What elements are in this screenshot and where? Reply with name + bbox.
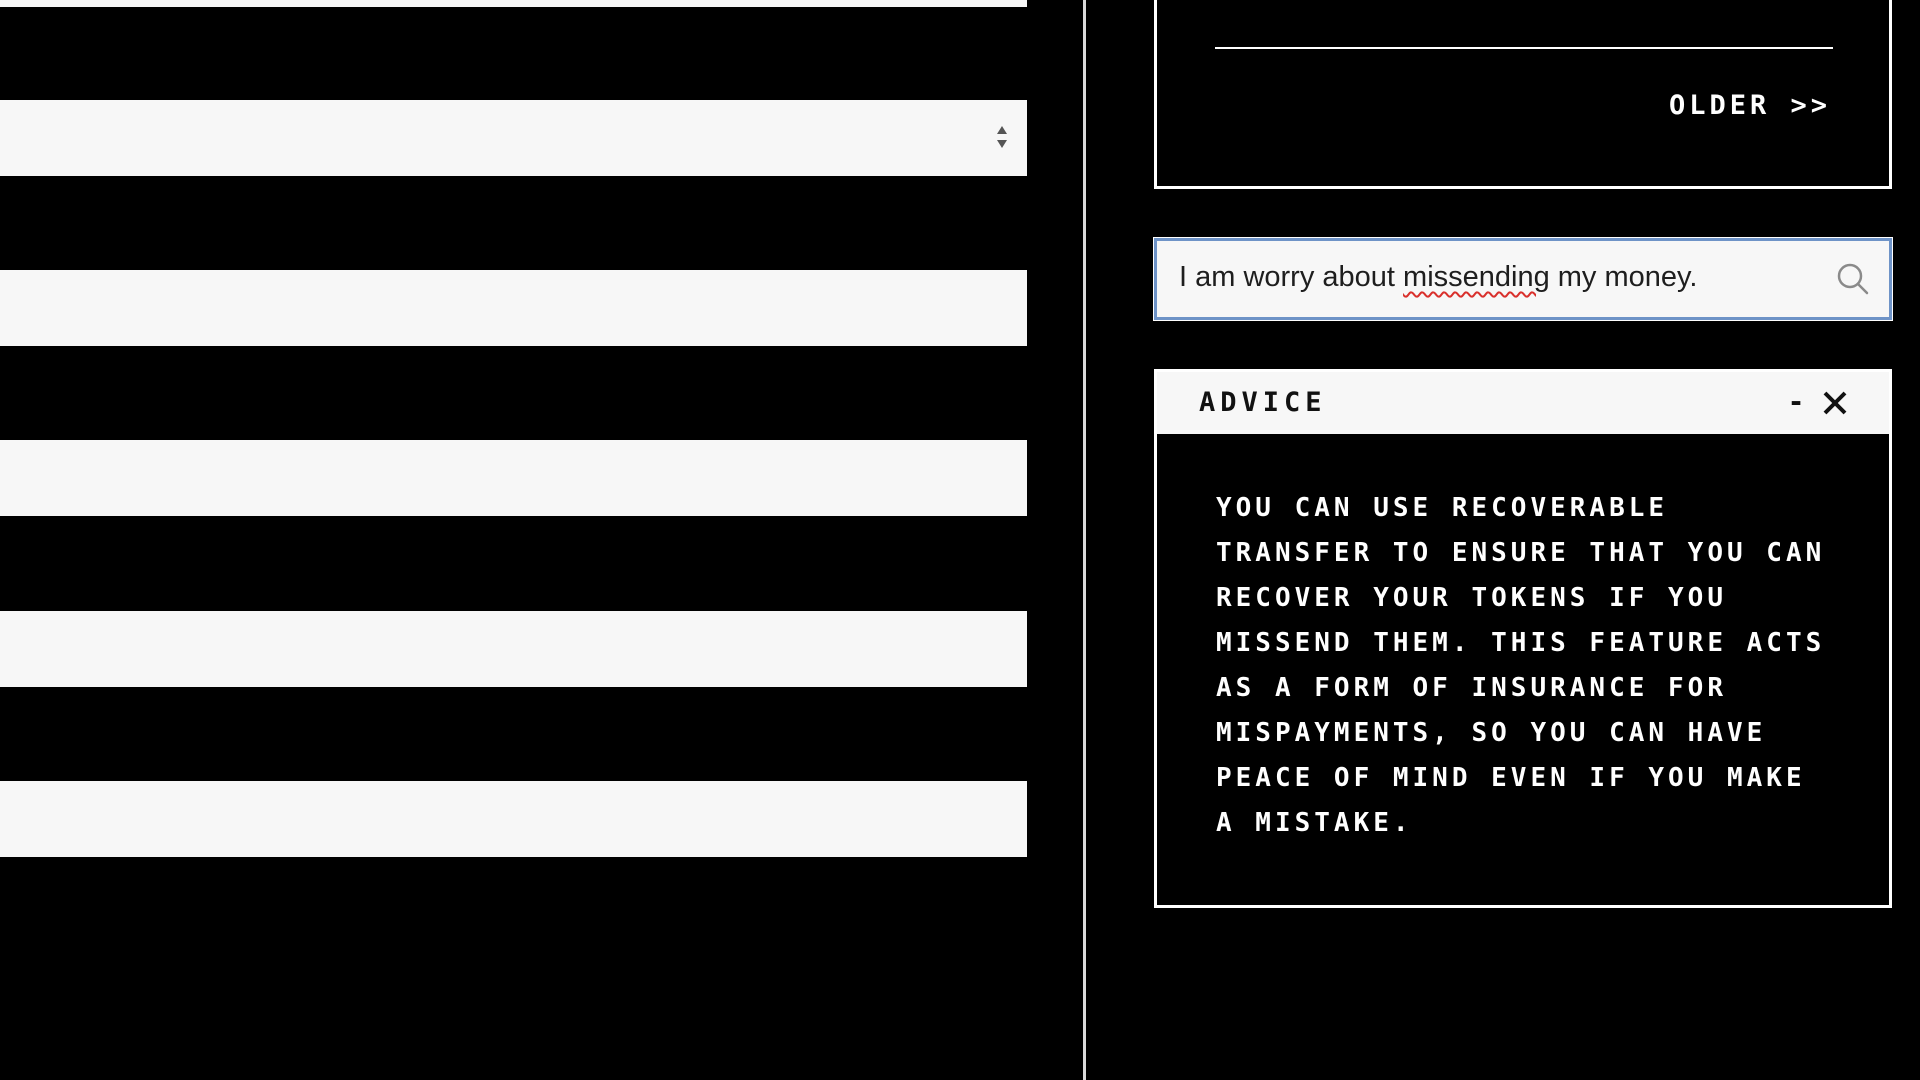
misspelled-word: missending: [1403, 261, 1550, 293]
select-updown-arrows-icon: [997, 126, 1007, 148]
search-icon[interactable]: [1835, 261, 1871, 297]
form-field-partial[interactable]: [0, 0, 1027, 7]
older-button[interactable]: OLDER >>: [1669, 90, 1831, 121]
form-column: [0, 0, 1027, 1080]
column-divider: [1083, 0, 1086, 1080]
search-input[interactable]: I am worry about missending my money.: [1179, 261, 1697, 294]
search-text-before: I am worry about: [1179, 261, 1404, 293]
search-box[interactable]: I am worry about missending my money.: [1154, 238, 1892, 320]
search-text-after: my money.: [1549, 261, 1698, 293]
advice-panel: ADVICE - YOU CAN USE RECOVERABLE TRANSFE…: [1154, 369, 1892, 908]
minimize-button[interactable]: -: [1783, 382, 1809, 422]
close-icon[interactable]: [1819, 385, 1851, 421]
form-field-3[interactable]: [0, 440, 1027, 516]
app-screen: OLDER >> I am worry about missending my …: [0, 0, 1920, 1080]
advice-header: ADVICE -: [1157, 372, 1889, 434]
advice-title: ADVICE: [1199, 387, 1327, 418]
history-divider: [1215, 47, 1833, 49]
select-field[interactable]: [0, 100, 1027, 176]
form-field-4[interactable]: [0, 611, 1027, 687]
history-panel: OLDER >>: [1154, 0, 1892, 189]
advice-text: YOU CAN USE RECOVERABLE TRANSFER TO ENSU…: [1216, 493, 1826, 838]
form-field-2[interactable]: [0, 270, 1027, 346]
form-field-5[interactable]: [0, 781, 1027, 857]
